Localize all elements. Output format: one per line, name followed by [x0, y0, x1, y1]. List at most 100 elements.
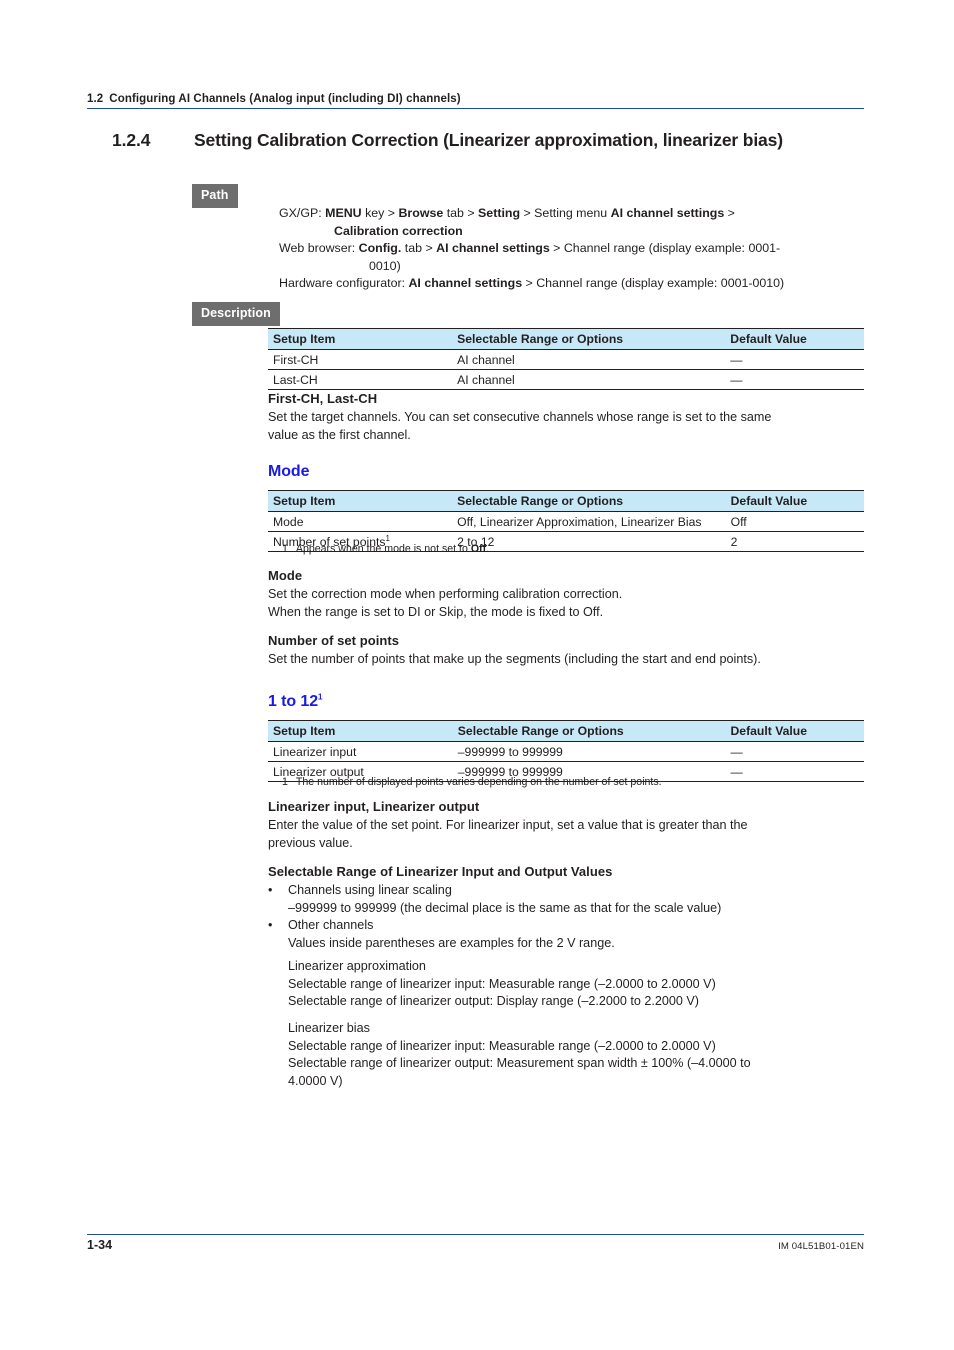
bullet-title: Other channels	[288, 918, 374, 933]
cell-default: —	[725, 369, 864, 390]
footer-rule	[87, 1234, 864, 1235]
column-header-default-value: Default Value	[725, 720, 864, 742]
bullet-detail: Values inside parentheses are examples f…	[288, 935, 615, 950]
mode-footnote-block: 1 Appears when the mode is not set to Off…	[268, 542, 868, 556]
bullet-detail: –999999 to 999999 (the decimal place is …	[288, 900, 722, 915]
path-line-hardware: Hardware configurator: AI channel settin…	[279, 275, 869, 293]
path-gxgp-calibration-correction: Calibration correction	[334, 223, 463, 238]
one-to-twelve-footnote-block: 1 The number of displayed points varies d…	[268, 775, 868, 789]
column-header-default-value: Default Value	[725, 490, 864, 512]
cell-range: –999999 to 999999	[452, 741, 726, 762]
mode-heading-block: Mode	[268, 462, 868, 481]
path-gxgp-mid2: tab >	[443, 206, 479, 220]
cell-default: —	[725, 741, 864, 762]
one-to-twelve-footnote-text: The number of displayed points varies de…	[295, 776, 662, 788]
cell-range: Off, Linearizer Approximation, Linearize…	[452, 511, 726, 532]
one-to-twelve-heading-text: 1 to 12	[268, 693, 318, 710]
path-gxgp-mid4: >	[724, 206, 735, 220]
linearizer-bias-line1: Selectable range of linearizer input: Me…	[288, 1038, 716, 1053]
mode-sub-heading: Mode	[268, 568, 303, 583]
cell-setup-item: Linearizer input	[268, 741, 453, 762]
path-gxgp-menu: MENU	[325, 206, 362, 220]
selectable-range-heading: Selectable Range of Linearizer Input and…	[268, 864, 613, 879]
first-last-ch-block: First-CH, Last-CH Set the target channel…	[268, 390, 868, 444]
column-header-setup-item: Setup Item	[268, 720, 453, 742]
path-gxgp-browse: Browse	[398, 206, 444, 220]
running-header: 1.2 Configuring AI Channels (Analog input…	[87, 93, 864, 109]
document-page: 1.2 Configuring AI Channels (Analog input…	[0, 0, 954, 1350]
one-to-twelve-heading-block: 1 to 121	[268, 692, 868, 711]
path-line-gxgp: GX/GP: MENU key > Browse tab > Setting >…	[279, 205, 869, 223]
running-header-section-number: 1.2	[87, 93, 104, 105]
footer-document-code: IM 04L51B01-01EN	[778, 1241, 864, 1252]
linearizer-approximation-block: Linearizer approximation Selectable rang…	[268, 958, 888, 1011]
footnote-marker: 1	[318, 692, 323, 702]
bullet-icon: •	[268, 918, 273, 933]
mode-footnote-number: 1	[282, 543, 288, 555]
mode-footnote-bold: Off	[470, 543, 487, 555]
cell-range: AI channel	[452, 349, 726, 370]
table-row: Linearizer input –999999 to 999999 —	[268, 741, 864, 762]
column-header-selectable-range: Selectable Range or Options	[452, 720, 726, 742]
path-web-ai-channel-settings: AI channel settings	[436, 241, 550, 256]
linearizer-approximation-title: Linearizer approximation	[288, 959, 426, 973]
path-web-prefix: Web browser:	[279, 241, 359, 256]
footer-page-number: 1-34	[87, 1238, 113, 1252]
table-row: Last-CH AI channel —	[268, 369, 864, 390]
mode-sub-line1: Set the correction mode when performing …	[268, 587, 623, 601]
path-badge: Path	[192, 184, 238, 208]
selectable-range-block: Selectable Range of Linearizer Input and…	[268, 863, 868, 952]
linearizer-bias-line2: Selectable range of linearizer output: M…	[288, 1056, 751, 1071]
one-to-twelve-heading: 1 to 121	[268, 692, 868, 711]
table-header-row: Setup Item Selectable Range or Options D…	[268, 720, 864, 742]
page-title: 1.2.4 Setting Calibration Correction (Li…	[112, 130, 872, 151]
linearizer-bias-title: Linearizer bias	[288, 1021, 370, 1035]
one-to-twelve-footnote: 1 The number of displayed points varies d…	[268, 775, 868, 789]
mode-sub-line2: When the range is set to DI or Skip, the…	[268, 604, 604, 619]
path-hw-prefix: Hardware configurator:	[279, 276, 409, 291]
bullet-icon: •	[268, 883, 273, 897]
section-title: Setting Calibration Correction (Lineariz…	[194, 130, 783, 150]
column-header-setup-item: Setup Item	[268, 490, 453, 512]
setup-items-table-first-last-ch: Setup Item Selectable Range or Options D…	[268, 328, 864, 390]
mode-heading: Mode	[268, 463, 310, 480]
first-last-ch-line2: value as the first channel.	[268, 427, 411, 442]
cell-default: —	[725, 349, 864, 370]
number-of-set-points-block: Number of set points Set the number of p…	[268, 632, 868, 669]
mode-footnote-period: .	[486, 543, 490, 555]
first-last-ch-heading: First-CH, Last-CH	[268, 391, 378, 406]
column-header-default-value: Default Value	[725, 328, 864, 350]
path-hw-ai-channel-settings: AI channel settings	[408, 276, 523, 291]
linearizer-bias-line3: 4.0000 V)	[288, 1073, 343, 1088]
table-header-row: Setup Item Selectable Range or Options D…	[268, 490, 864, 512]
table-row: Mode Off, Linearizer Approximation, Line…	[268, 511, 864, 532]
path-web-mid1: tab >	[401, 241, 437, 256]
mode-footnote-text: Appears when the mode is not set to	[295, 543, 471, 555]
cell-setup-item: First-CH	[268, 349, 453, 370]
cell-default: Off	[725, 511, 864, 532]
path-block: GX/GP: MENU key > Browse tab > Setting >…	[279, 205, 869, 293]
path-line-gxgp-cont: Calibration correction	[279, 223, 869, 241]
path-line-web-cont: 0010)	[369, 258, 401, 273]
one-to-twelve-footnote-number: 1	[282, 776, 288, 788]
bullet-title: Channels using linear scaling	[288, 883, 452, 897]
cell-setup-item: Mode	[268, 511, 453, 532]
table-row: First-CH AI channel —	[268, 349, 864, 370]
description-badge: Description	[192, 302, 280, 326]
linearizer-approximation-line2: Selectable range of linearizer output: D…	[288, 994, 699, 1009]
path-gxgp-mid1: key >	[361, 206, 399, 220]
path-gxgp-ai-channel-settings: AI channel settings	[610, 206, 725, 220]
column-header-selectable-range: Selectable Range or Options	[452, 490, 726, 512]
path-gxgp-prefix: GX/GP:	[279, 206, 326, 220]
column-header-setup-item: Setup Item	[268, 328, 453, 350]
linearizer-io-line1: Enter the value of the set point. For li…	[268, 818, 748, 832]
number-of-set-points-line1: Set the number of points that make up th…	[268, 652, 761, 666]
path-gxgp-mid3: > Setting menu	[520, 206, 611, 220]
mode-description-block: Mode Set the correction mode when perfor…	[268, 567, 868, 621]
path-line-web: Web browser: Config. tab > AI channel se…	[279, 240, 869, 258]
setup-items-table-linearizer: Setup Item Selectable Range or Options D…	[268, 720, 864, 782]
path-hw-mid1: > Channel range (display example: 0001-0…	[522, 276, 785, 291]
cell-setup-item: Last-CH	[268, 369, 453, 390]
running-header-title: Configuring AI Channels (Analog input (i…	[109, 93, 461, 105]
table-header-row: Setup Item Selectable Range or Options D…	[268, 328, 864, 350]
